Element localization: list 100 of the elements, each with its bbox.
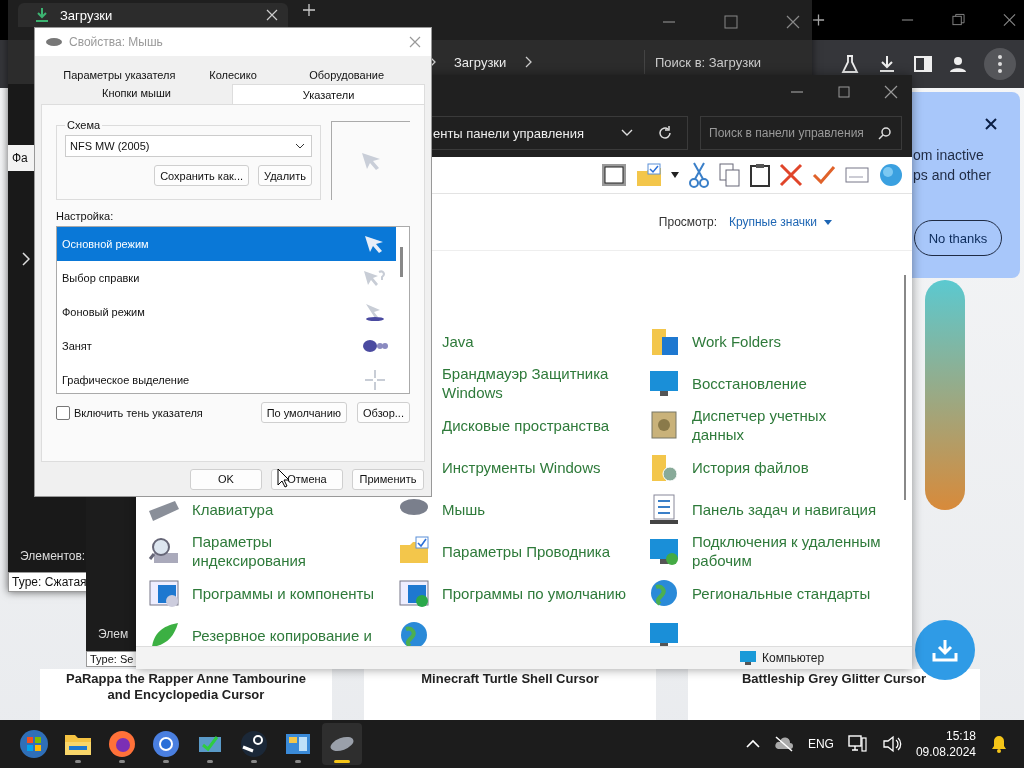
cursor-icon bbox=[362, 268, 388, 288]
side-panel-icon[interactable] bbox=[914, 55, 932, 73]
crosshair-icon bbox=[362, 370, 388, 390]
plus-icon[interactable] bbox=[812, 13, 825, 27]
control-panel-item[interactable]: Параметры Проводника bbox=[442, 541, 611, 561]
search-field[interactable]: Поиск в панели управления bbox=[700, 116, 902, 150]
view-label: Просмотр: bbox=[658, 215, 717, 229]
cursor-list-item[interactable]: Занят bbox=[57, 329, 396, 363]
checkmark-icon[interactable] bbox=[812, 165, 836, 185]
download-icon[interactable] bbox=[877, 54, 897, 74]
popup-text: ps and other bbox=[913, 166, 992, 185]
dialog-button[interactable]: Обзор... bbox=[357, 402, 410, 423]
status-text: Компьютер bbox=[762, 651, 825, 665]
dialog-button[interactable]: Применить bbox=[352, 468, 424, 490]
view-dropdown[interactable]: Крупные значки bbox=[728, 215, 832, 229]
chevron-icon bbox=[295, 143, 305, 149]
chevron-icon[interactable] bbox=[621, 129, 633, 137]
tooltip: Type: Se bbox=[86, 651, 138, 667]
checkbox-label[interactable]: Включить тень указателя bbox=[74, 406, 203, 419]
cursor-list-item[interactable]: Основной режим bbox=[57, 227, 396, 261]
close-icon[interactable] bbox=[884, 85, 898, 99]
address-text: енты панели управления bbox=[433, 125, 585, 141]
dialog-button[interactable]: Отмена bbox=[271, 468, 343, 490]
scheme-dropdown[interactable]: NFS MW (2005) bbox=[65, 135, 312, 157]
refresh-icon[interactable] bbox=[657, 125, 673, 141]
control-panel-item[interactable]: История файлов bbox=[692, 457, 809, 477]
layout-icon[interactable] bbox=[601, 163, 627, 187]
window-icon bbox=[398, 577, 430, 609]
cursor-card[interactable]: Battleship Grey Glitter Cursor bbox=[688, 669, 980, 720]
folder-icon[interactable] bbox=[636, 163, 662, 187]
scrollbar[interactable] bbox=[400, 247, 403, 277]
dialog-button[interactable]: Удалить bbox=[258, 165, 312, 186]
control-panel-item[interactable]: Восстановление bbox=[692, 373, 807, 393]
chevron-icon bbox=[524, 56, 533, 68]
tab[interactable]: Указатели bbox=[232, 84, 425, 104]
cursor-card[interactable]: PaRappa the Rapper Anne Tambourine and Encyclopedia Cursor bbox=[40, 669, 332, 720]
control-panel-item[interactable]: Диспетчер учетных данных bbox=[692, 406, 882, 444]
download-icon bbox=[932, 638, 958, 662]
control-panel-item[interactable]: Панель задач и навигация bbox=[692, 499, 877, 519]
checkbox[interactable] bbox=[56, 405, 70, 420]
app-icon bbox=[107, 729, 137, 759]
control-panel-item[interactable]: Подключения к удаленным рабочим bbox=[692, 532, 882, 570]
cloud-off-icon[interactable] bbox=[773, 736, 794, 752]
clock-time[interactable]: 15:18 bbox=[945, 728, 976, 744]
chevron-icon[interactable] bbox=[22, 252, 30, 266]
window-icon bbox=[148, 577, 180, 609]
search-icon[interactable] bbox=[878, 126, 892, 140]
mouse-icon bbox=[45, 37, 63, 47]
control-panel-item[interactable]: Брандмауэр Защитника Windows bbox=[442, 364, 632, 402]
card-title: Minecraft Turtle Shell Cursor bbox=[421, 671, 599, 687]
chevron-up-icon[interactable] bbox=[745, 739, 760, 749]
taskbar-app[interactable] bbox=[322, 723, 362, 765]
close-icon[interactable] bbox=[985, 118, 997, 130]
caret-icon[interactable] bbox=[671, 172, 679, 178]
close-icon[interactable] bbox=[786, 14, 800, 29]
bell-icon[interactable] bbox=[990, 734, 1008, 754]
control-panel-item[interactable]: Дисковые пространства bbox=[442, 415, 610, 435]
dialog-button[interactable]: OK bbox=[190, 468, 262, 490]
cursor-list-item[interactable]: Фоновый режим bbox=[57, 295, 396, 329]
dialog-button[interactable]: Сохранить как... bbox=[154, 165, 249, 186]
window-tab[interactable]: Загрузки bbox=[18, 3, 288, 27]
clock-date[interactable]: 09.08.2024 bbox=[915, 744, 976, 760]
card-title: Battleship Grey Glitter Cursor bbox=[741, 671, 927, 687]
download-icon bbox=[34, 7, 50, 23]
list-icon bbox=[648, 493, 680, 525]
flask-icon[interactable] bbox=[840, 54, 860, 74]
app-icon bbox=[151, 729, 181, 759]
group-label: Схема bbox=[66, 119, 102, 131]
control-panel-item[interactable]: Инструменты Windows bbox=[442, 457, 601, 477]
control-panel-item[interactable]: Региональные стандарты bbox=[692, 583, 871, 603]
breadcrumb[interactable]: Загрузки bbox=[454, 54, 507, 70]
control-panel-item[interactable]: Клавиатура bbox=[192, 499, 274, 519]
cursor-card[interactable]: Minecraft Turtle Shell Cursor bbox=[364, 669, 656, 720]
volume-icon[interactable] bbox=[881, 735, 902, 753]
scrollbar[interactable] bbox=[904, 275, 906, 500]
dialog-button[interactable]: По умолчанию bbox=[260, 402, 348, 423]
cursor-list-item[interactable]: Графическое выделение bbox=[57, 363, 396, 393]
control-panel-item[interactable]: Work Folders bbox=[692, 331, 781, 351]
profile-icon[interactable] bbox=[949, 55, 967, 73]
plus-icon[interactable] bbox=[302, 3, 316, 17]
maximize-icon[interactable] bbox=[838, 86, 850, 98]
scissors-icon[interactable] bbox=[688, 162, 710, 188]
network-icon[interactable] bbox=[847, 735, 868, 753]
control-panel-item[interactable]: Резервное копирование и bbox=[192, 625, 372, 645]
menu-icon[interactable] bbox=[984, 48, 1016, 80]
clipboard-icon[interactable] bbox=[750, 163, 770, 187]
control-panel-item[interactable]: Программы и компоненты bbox=[192, 583, 375, 603]
control-panel-item[interactable]: Мышь bbox=[442, 499, 486, 519]
app-icon bbox=[239, 729, 269, 759]
control-panel-item[interactable]: Java bbox=[442, 331, 474, 351]
language-indicator[interactable]: ENG bbox=[807, 737, 834, 751]
control-panel-item[interactable]: Программы по умолчанию bbox=[442, 583, 626, 603]
control-panel-item[interactable]: Параметры индексирования bbox=[192, 532, 382, 570]
restore-icon[interactable] bbox=[952, 13, 965, 27]
card-title: PaRappa the Rapper Anne Tambourine and Encyclopedia Cursor bbox=[65, 671, 307, 703]
cross-icon[interactable] bbox=[779, 163, 803, 187]
cursor-list-item[interactable]: Выбор справки bbox=[57, 261, 396, 295]
sphere-icon[interactable] bbox=[878, 163, 904, 187]
item-count: Элем bbox=[98, 627, 129, 641]
popup-text: om inactive bbox=[913, 146, 985, 165]
